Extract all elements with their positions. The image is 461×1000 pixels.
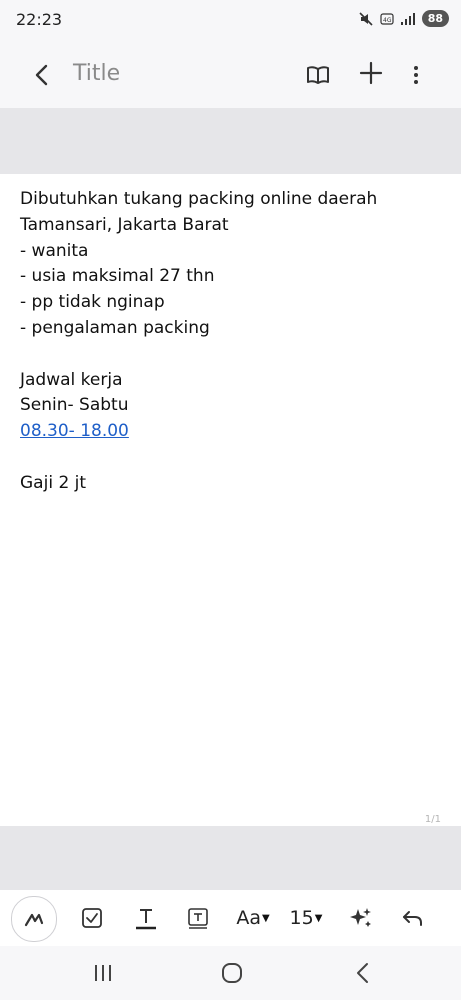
note-line: Tamansari, Jakarta Barat xyxy=(20,214,229,235)
checkbox-button[interactable] xyxy=(78,898,106,938)
note-page[interactable]: Dibutuhkan tukang packing online daerah … xyxy=(0,174,461,826)
add-button[interactable] xyxy=(356,58,386,88)
volte-icon: 4G xyxy=(380,12,394,25)
top-margin-band xyxy=(0,108,461,174)
text-box-button[interactable] xyxy=(184,898,212,938)
more-options-button[interactable] xyxy=(406,60,426,90)
home-button[interactable] xyxy=(217,960,247,986)
svg-text:4G: 4G xyxy=(383,17,392,24)
editing-toolbar: Aa ▼ 15 ▼ xyxy=(0,890,461,946)
more-vert-icon xyxy=(414,66,418,84)
note-line: - pengalaman packing xyxy=(20,317,210,338)
undo-button[interactable] xyxy=(398,898,428,938)
note-line: Jadwal kerja xyxy=(20,369,123,390)
note-line xyxy=(20,342,377,368)
font-size-button[interactable]: 15 ▼ xyxy=(288,898,324,938)
home-icon xyxy=(222,963,242,983)
app-bar: Title xyxy=(0,44,461,108)
note-line: - wanita xyxy=(20,240,89,261)
note-line: Senin- Sabtu xyxy=(20,395,129,416)
battery-icon: 88 xyxy=(421,10,449,27)
bottom-margin-band xyxy=(0,826,461,890)
recents-button[interactable] xyxy=(88,960,118,986)
undo-icon xyxy=(403,911,422,926)
system-nav-bar xyxy=(0,946,461,1000)
note-line: - usia maksimal 27 thn xyxy=(20,266,215,287)
reading-mode-button[interactable] xyxy=(304,60,332,90)
font-size-label: 15 xyxy=(289,907,314,929)
nav-back-button[interactable] xyxy=(348,960,378,986)
note-line xyxy=(20,445,377,471)
status-icons: 4G 88 xyxy=(358,10,449,27)
ai-sparkle-icon xyxy=(350,908,371,927)
plus-icon xyxy=(359,61,383,85)
handwriting-icon xyxy=(24,913,44,927)
checkbox-icon xyxy=(82,908,102,928)
text-style-icon xyxy=(136,909,156,930)
font-caret-icon: ▼ xyxy=(261,912,270,924)
note-line: Dibutuhkan tukang packing online daerah xyxy=(20,189,378,209)
size-caret-icon: ▼ xyxy=(314,912,323,924)
mute-icon xyxy=(359,11,373,26)
text-style-button[interactable] xyxy=(131,898,161,938)
back-button[interactable] xyxy=(28,60,58,90)
note-line: Gaji 2 jt xyxy=(20,472,87,493)
ai-assist-button[interactable] xyxy=(346,898,376,938)
time-link[interactable]: 08.30- 18.00 xyxy=(20,421,129,441)
font-button[interactable]: Aa ▼ xyxy=(233,898,273,938)
back-icon xyxy=(357,963,368,983)
recents-icon xyxy=(95,965,111,981)
reading-mode-icon xyxy=(307,66,329,84)
status-time: 22:23 xyxy=(16,10,63,29)
page-indicator: 1/1 xyxy=(424,814,441,825)
note-title-input[interactable]: Title xyxy=(73,61,120,86)
status-bar: 22:23 4G 88 xyxy=(0,0,461,44)
signal-icon xyxy=(400,12,415,25)
note-line: - pp tidak nginap xyxy=(20,292,165,313)
font-label: Aa xyxy=(236,907,261,929)
back-arrow-icon xyxy=(35,64,48,86)
handwriting-button[interactable] xyxy=(11,896,57,942)
note-body[interactable]: Dibutuhkan tukang packing online daerah … xyxy=(20,187,377,497)
text-box-icon xyxy=(188,908,208,929)
